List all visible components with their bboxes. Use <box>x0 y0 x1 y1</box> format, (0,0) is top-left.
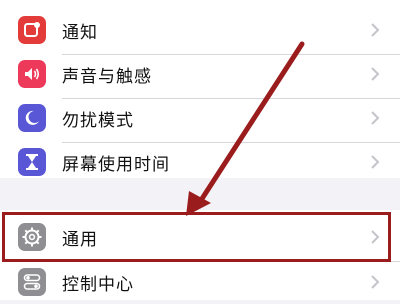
annotation-arrow <box>186 41 305 216</box>
